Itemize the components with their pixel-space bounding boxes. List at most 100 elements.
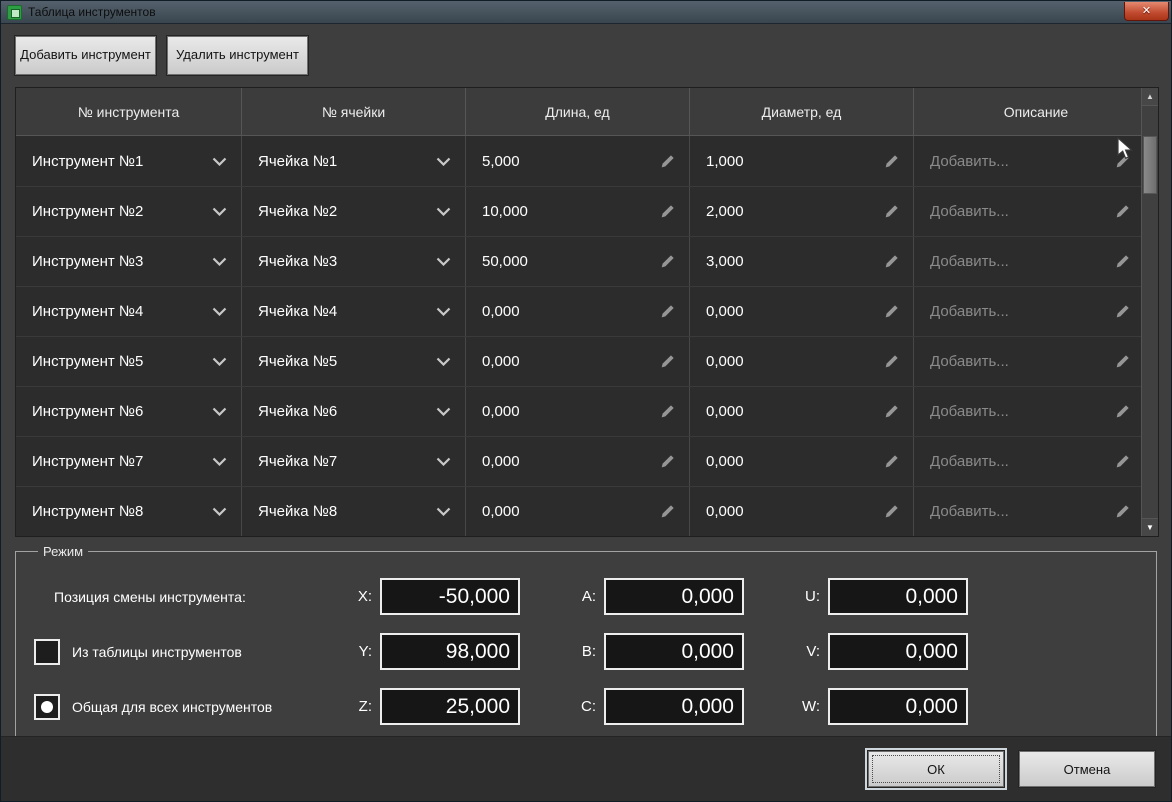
cell-dropdown[interactable]: Ячейка №2: [242, 187, 466, 236]
diameter-editable[interactable]: 0,000: [690, 487, 914, 536]
app-icon: [7, 4, 22, 20]
pencil-icon: [661, 305, 674, 318]
diameter-editable[interactable]: 1,000: [690, 136, 914, 186]
scroll-up-icon[interactable]: ▲: [1142, 88, 1158, 106]
pencil-icon: [1116, 255, 1129, 268]
titlebar[interactable]: Таблица инструментов ✕: [1, 1, 1171, 24]
diameter-editable[interactable]: 0,000: [690, 437, 914, 486]
y-input[interactable]: [380, 633, 520, 670]
cell-dropdown[interactable]: Ячейка №5: [242, 337, 466, 386]
diameter-value: 0,000: [706, 453, 744, 470]
cell-dropdown[interactable]: Ячейка №6: [242, 387, 466, 436]
chevron-down-icon: [436, 507, 451, 516]
cell-dropdown[interactable]: Ячейка №7: [242, 437, 466, 486]
v-input[interactable]: [828, 633, 968, 670]
description-editable[interactable]: Добавить...: [914, 337, 1158, 386]
u-input[interactable]: [828, 578, 968, 615]
table-scrollbar[interactable]: ▲ ▼: [1141, 88, 1158, 536]
description-editable[interactable]: Добавить...: [914, 487, 1158, 536]
cell-dropdown[interactable]: Ячейка №4: [242, 287, 466, 336]
chevron-down-icon: [436, 157, 451, 166]
header-description: Описание: [1003, 103, 1069, 120]
cell-dropdown[interactable]: Ячейка №3: [242, 237, 466, 286]
pencil-icon: [885, 305, 898, 318]
cancel-button[interactable]: Отмена: [1019, 751, 1155, 787]
description-editable[interactable]: Добавить...: [914, 437, 1158, 486]
tool-dropdown[interactable]: Инструмент №8: [16, 487, 242, 536]
length-editable[interactable]: 10,000: [466, 187, 690, 236]
chevron-down-icon: [212, 207, 227, 216]
table-row: Инструмент №6 Ячейка №6 0,000 0,000 Доба: [16, 386, 1158, 436]
description-editable[interactable]: Добавить...: [914, 287, 1158, 336]
length-value: 0,000: [482, 403, 520, 420]
x-input[interactable]: [380, 578, 520, 615]
length-editable[interactable]: 0,000: [466, 287, 690, 336]
cell-name: Ячейка №1: [258, 152, 338, 170]
z-label: Z:: [358, 698, 372, 715]
remove-tool-button[interactable]: Удалить инструмент: [167, 36, 308, 75]
tool-dropdown[interactable]: Инструмент №5: [16, 337, 242, 386]
pencil-icon: [1116, 205, 1129, 218]
tool-dropdown[interactable]: Инструмент №3: [16, 237, 242, 286]
change-position-label: Позиция смены инструмента:: [54, 588, 246, 605]
ok-button[interactable]: ОК: [868, 751, 1004, 787]
cell-name: Ячейка №8: [258, 503, 338, 520]
chevron-down-icon: [212, 157, 227, 166]
diameter-editable[interactable]: 3,000: [690, 237, 914, 286]
chevron-down-icon: [436, 207, 451, 216]
cell-dropdown[interactable]: Ячейка №8: [242, 487, 466, 536]
w-input[interactable]: [828, 688, 968, 725]
header-tool-number: № инструмента: [16, 88, 242, 135]
length-editable[interactable]: 5,000: [466, 136, 690, 186]
c-input[interactable]: [604, 688, 744, 725]
tool-dropdown[interactable]: Инструмент №2: [16, 187, 242, 236]
description-editable[interactable]: Добавить...: [914, 187, 1158, 236]
diameter-value: 0,000: [706, 303, 744, 320]
cell-dropdown[interactable]: Ячейка №1: [242, 136, 466, 186]
pencil-icon: [885, 154, 898, 167]
header-cell-number: № ячейки: [242, 88, 466, 135]
scroll-down-icon[interactable]: ▼: [1142, 518, 1158, 536]
tool-dropdown[interactable]: Инструмент №1: [16, 136, 242, 186]
description-editable[interactable]: Добавить...: [914, 136, 1158, 186]
diameter-value: 0,000: [706, 503, 744, 520]
window-title: Таблица инструментов: [28, 5, 156, 19]
diameter-editable[interactable]: 0,000: [690, 287, 914, 336]
a-input[interactable]: [604, 578, 744, 615]
length-value: 0,000: [482, 503, 520, 520]
scrollbar-thumb[interactable]: [1143, 136, 1157, 194]
chevron-down-icon: [212, 407, 227, 416]
tool-dropdown[interactable]: Инструмент №6: [16, 387, 242, 436]
common-for-all-row: Общая для всех инструментов Z: C: W:: [34, 679, 1138, 734]
length-editable[interactable]: 0,000: [466, 487, 690, 536]
close-button[interactable]: ✕: [1124, 1, 1169, 21]
diameter-value: 0,000: [706, 403, 744, 420]
chevron-down-icon: [436, 357, 451, 366]
length-editable[interactable]: 0,000: [466, 437, 690, 486]
chevron-down-icon: [212, 507, 227, 516]
mode-group-label: Режим: [43, 544, 84, 559]
pencil-icon: [661, 154, 674, 167]
add-tool-button[interactable]: Добавить инструмент: [15, 36, 156, 75]
length-value: 10,000: [482, 203, 528, 220]
z-input[interactable]: [380, 688, 520, 725]
b-input[interactable]: [604, 633, 744, 670]
length-editable[interactable]: 50,000: [466, 237, 690, 286]
diameter-editable[interactable]: 0,000: [690, 387, 914, 436]
mode-group: Режим Позиция смены инструмента: X: A: U…: [15, 544, 1157, 743]
length-value: 5,000: [482, 152, 520, 170]
tool-dropdown[interactable]: Инструмент №4: [16, 287, 242, 336]
cell-name: Ячейка №6: [258, 403, 338, 420]
length-editable[interactable]: 0,000: [466, 387, 690, 436]
from-table-checkbox[interactable]: [34, 638, 60, 665]
pencil-icon: [885, 255, 898, 268]
length-editable[interactable]: 0,000: [466, 337, 690, 386]
diameter-editable[interactable]: 2,000: [690, 187, 914, 236]
tool-dropdown[interactable]: Инструмент №7: [16, 437, 242, 486]
description-editable[interactable]: Добавить...: [914, 237, 1158, 286]
diameter-editable[interactable]: 0,000: [690, 337, 914, 386]
description-editable[interactable]: Добавить...: [914, 387, 1158, 436]
tool-name: Инструмент №8: [32, 503, 144, 520]
common-for-all-radio[interactable]: [34, 693, 60, 720]
cell-name: Ячейка №5: [258, 353, 338, 370]
